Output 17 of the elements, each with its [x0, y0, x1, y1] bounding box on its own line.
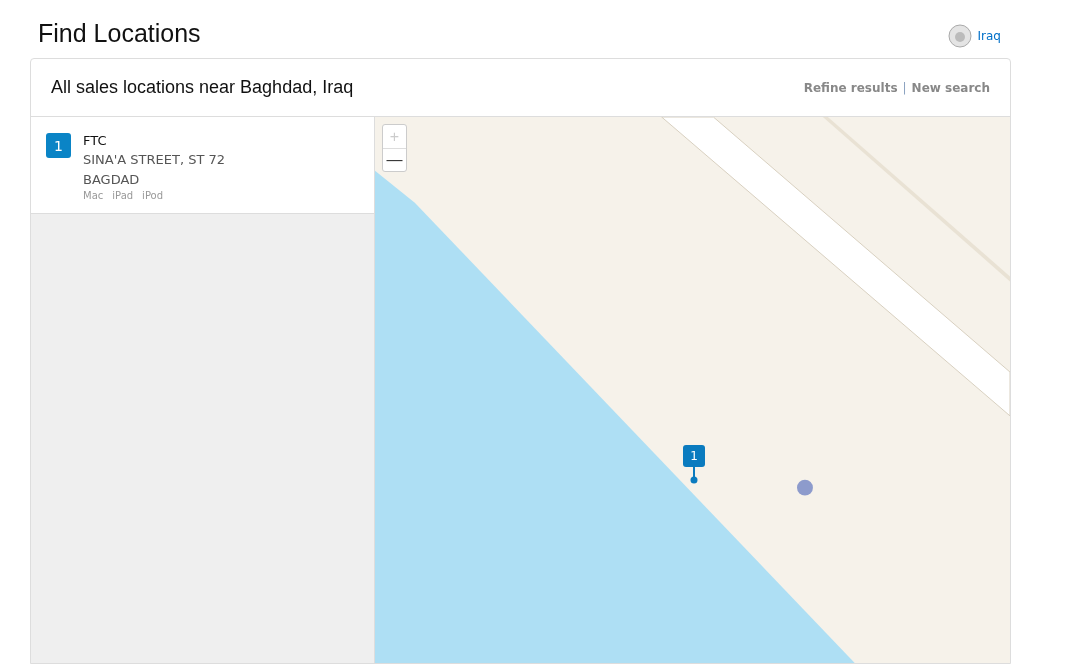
- results-heading: All sales locations near Baghdad, Iraq: [51, 77, 354, 98]
- address-line: SINA'A STREET, ST 72: [83, 151, 226, 169]
- refine-link[interactable]: Refine results: [803, 80, 898, 95]
- country-link[interactable]: Iraq: [947, 24, 1001, 48]
- product-tag: iPod: [142, 190, 164, 201]
- location-name: FTC: [83, 132, 108, 150]
- product-tag: Mac: [83, 190, 104, 201]
- product-tag: iPad: [112, 190, 134, 201]
- pin-icon: [690, 467, 698, 484]
- link-separator: |: [902, 80, 907, 95]
- globe-icon: [947, 24, 972, 48]
- page-title: Find Locations: [38, 18, 201, 48]
- address-line: BAGDAD: [83, 171, 141, 189]
- location-number: 1: [46, 133, 71, 158]
- new-search-link[interactable]: New search: [911, 80, 990, 95]
- zoom-out-button[interactable]: —: [383, 148, 406, 171]
- location-item[interactable]: 1 FTC SINA'A STREET, ST 72 BAGDAD Mac iPad iPod: [31, 117, 374, 214]
